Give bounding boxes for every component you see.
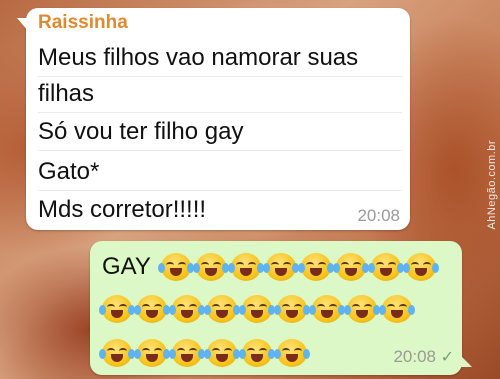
face-with-tears-of-joy-icon — [204, 295, 240, 323]
face-with-tears-of-joy-icon — [99, 339, 135, 367]
message-timestamp: 20:08 — [393, 347, 436, 366]
face-with-tears-of-joy-icon — [332, 253, 369, 281]
bubble-tail — [460, 355, 472, 367]
face-with-tears-of-joy-icon — [134, 295, 170, 323]
message-line: Meus filhos vao namorar suas — [38, 44, 402, 77]
emoji-row-1: GAY — [102, 253, 439, 281]
face-with-tears-of-joy-icon — [157, 253, 194, 281]
watermark: AhNegão.com.br — [486, 140, 498, 230]
face-with-tears-of-joy-icon — [344, 295, 380, 323]
face-with-tears-of-joy-icon — [379, 295, 415, 323]
face-with-tears-of-joy-icon — [239, 295, 275, 323]
face-with-tears-of-joy-icon — [227, 253, 264, 281]
outgoing-message-bubble[interactable]: GAY 20:08 ✓ — [90, 241, 472, 375]
face-with-tears-of-joy-icon — [99, 295, 135, 323]
face-with-tears-of-joy-icon — [274, 295, 310, 323]
emoji-row-2 — [99, 295, 415, 323]
face-with-tears-of-joy-icon — [274, 339, 310, 367]
message-timestamp: 20:08 — [357, 206, 400, 225]
face-with-tears-of-joy-icon — [204, 339, 240, 367]
face-with-tears-of-joy-icon — [169, 339, 205, 367]
face-with-tears-of-joy-icon — [309, 295, 345, 323]
face-with-tears-of-joy-icon — [402, 253, 439, 281]
face-with-tears-of-joy-icon — [367, 253, 404, 281]
face-with-tears-of-joy-icon — [169, 295, 205, 323]
message-line: Mds corretor!!!!! — [38, 196, 207, 223]
face-with-tears-of-joy-icon — [192, 253, 229, 281]
incoming-message-bubble[interactable]: Raissinha Meus filhos vao namorar suas f… — [17, 8, 410, 230]
bubble-tail — [17, 18, 29, 32]
message-text: GAY — [102, 253, 151, 280]
face-with-tears-of-joy-icon — [239, 339, 275, 367]
face-with-tears-of-joy-icon — [297, 253, 334, 281]
message-line: Gato* — [38, 158, 402, 191]
emoji-row-3 — [99, 339, 310, 367]
message-line: Só vou ter filho gay — [38, 118, 402, 151]
face-with-tears-of-joy-icon — [134, 339, 170, 367]
message-line: filhas — [38, 80, 402, 113]
sender-name: Raissinha — [38, 12, 128, 33]
face-with-tears-of-joy-icon — [262, 253, 299, 281]
check-icon: ✓ — [440, 349, 454, 366]
